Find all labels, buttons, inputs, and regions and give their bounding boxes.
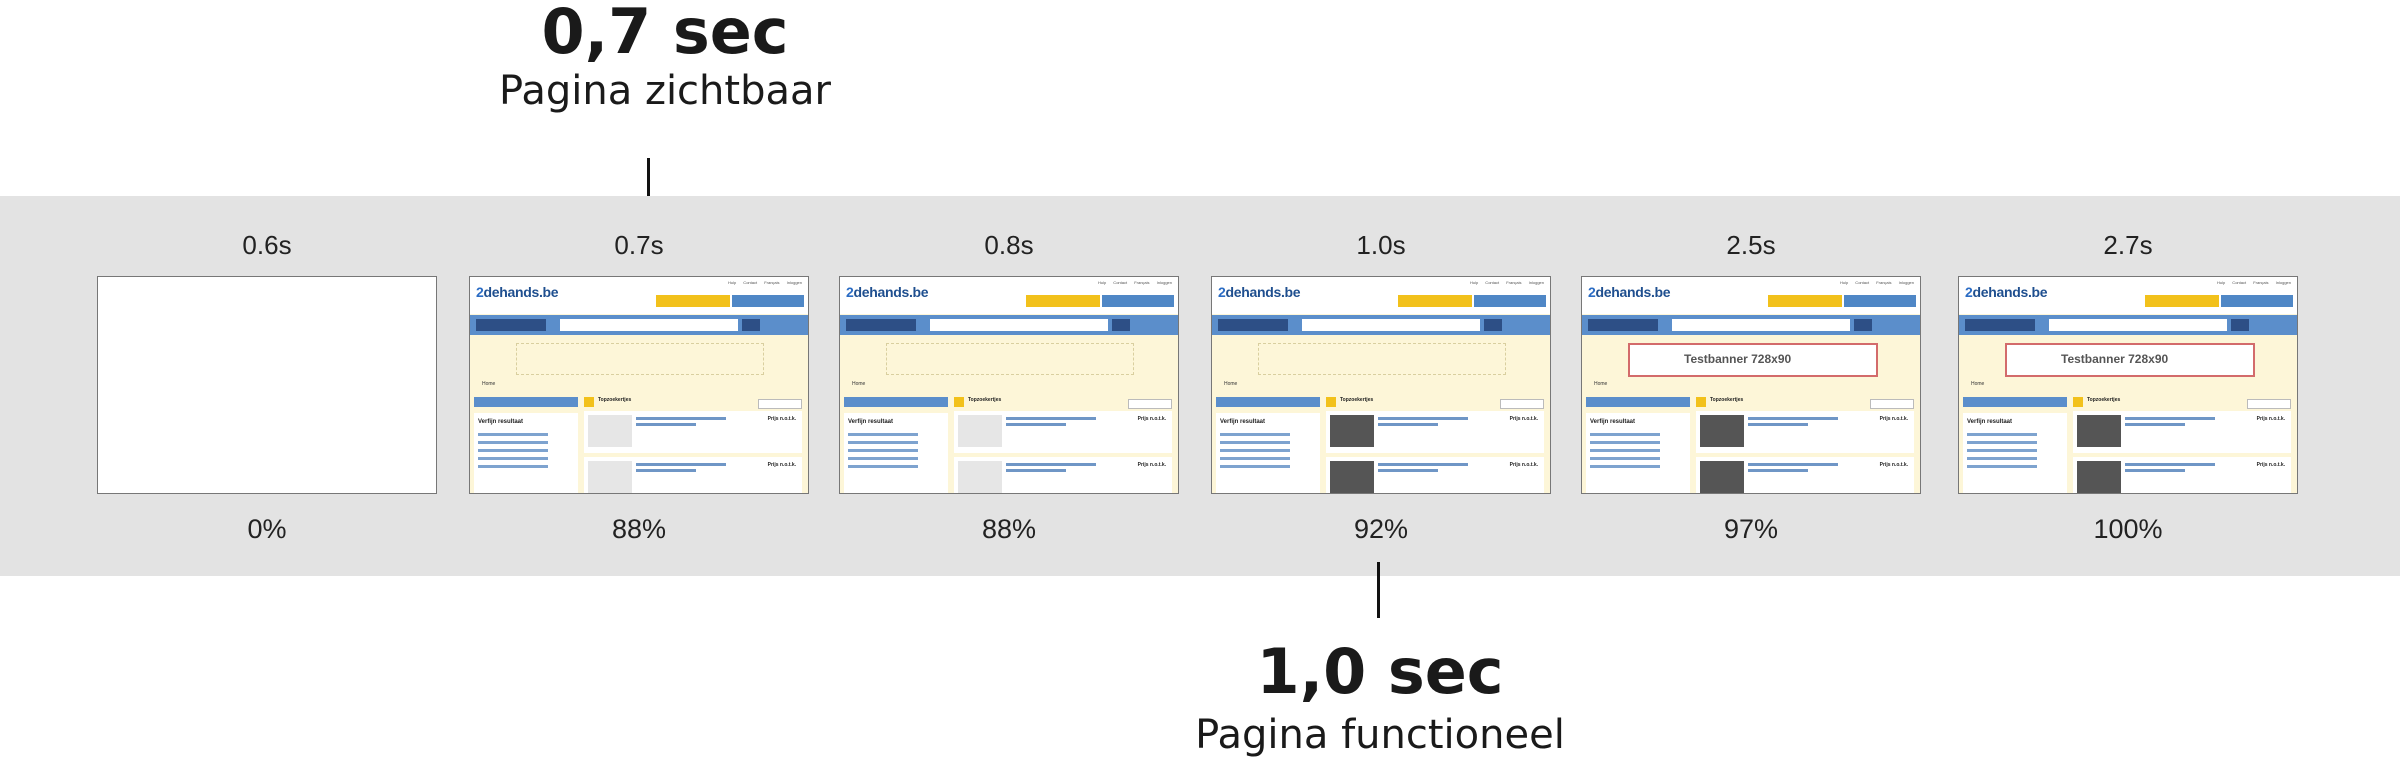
site-logo: 2dehands.be (846, 284, 929, 300)
frame-visual-progress: 0% (247, 514, 287, 544)
filmstrip-frame: 1.0s 2dehands.be Hulp Contact Français I… (1211, 196, 1551, 576)
site-logo: 2dehands.be (1218, 284, 1301, 300)
site-logo: 2dehands.be (1965, 284, 2048, 300)
frame-time: 2.5s (1726, 230, 1776, 260)
top-links: Hulp Contact Français Inloggen (1469, 280, 1544, 285)
filmstrip-frame: 0.6s 0% (97, 196, 437, 576)
filmstrip-frame: 0.7s 2dehands.be Hulp Contact Français I… (469, 196, 809, 576)
test-banner: Testbanner 728x90 (1684, 352, 1792, 366)
frame-thumbnail-blank (97, 276, 437, 494)
sidebar-heading: Verfijn resultaat (1590, 419, 1636, 425)
visible-label-annotation: Pagina zichtbaar (499, 68, 831, 114)
frame-thumbnail: 2dehands.be Hulp Contact Français Inlogg… (469, 276, 809, 494)
top-links: Hulp Contact Français Inloggen (727, 280, 802, 285)
site-logo: 2dehands.be (476, 284, 559, 300)
breadcrumb-home: Home (1971, 381, 1985, 387)
frame-time: 0.8s (984, 230, 1034, 260)
top-section-title: Topzoekertjes (968, 397, 1002, 403)
frame-time: 0.7s (614, 230, 664, 260)
site-logo: 2dehands.be (1588, 284, 1671, 300)
frame-time: 0.6s (242, 230, 292, 260)
top-section-title: Topzoekertjes (2087, 397, 2121, 403)
frame-visual-progress: 92% (1353, 514, 1409, 544)
functional-label-annotation: Pagina functioneel (1195, 712, 1565, 758)
breadcrumb-home: Home (852, 381, 866, 387)
top-section-title: Topzoekertjes (1710, 397, 1744, 403)
top-links: Hulp Contact Français Inloggen (1839, 280, 1914, 285)
test-banner: Testbanner 728x90 (2061, 352, 2169, 366)
top-section-title: Topzoekertjes (598, 397, 632, 403)
filmstrip-frame: 0.8s 2dehands.be Hulp Contact Français I… (839, 196, 1179, 576)
sidebar-heading: Verfijn resultaat (1967, 419, 2013, 425)
filmstrip-frame: 2.7s 2dehands.be Hulp Contact Français I… (1958, 196, 2298, 576)
frame-thumbnail: 2dehands.be Hulp Contact Français Inlogg… (1958, 276, 2298, 494)
filmstrip-frame: 2.5s 2dehands.be Hulp Contact Français I… (1581, 196, 1921, 576)
top-links: Hulp Contact Français Inloggen (1097, 280, 1172, 285)
top-section-title: Topzoekertjes (1340, 397, 1374, 403)
sidebar-heading: Verfijn resultaat (478, 419, 524, 425)
breadcrumb-home: Home (1594, 381, 1608, 387)
breadcrumb-home: Home (1224, 381, 1238, 387)
frame-thumbnail: 2dehands.be Hulp Contact Français Inlogg… (1211, 276, 1551, 494)
frame-thumbnail: 2dehands.be Hulp Contact Français Inlogg… (1581, 276, 1921, 494)
frame-visual-progress: 88% (981, 514, 1037, 544)
frame-visual-progress: 88% (611, 514, 667, 544)
sidebar-heading: Verfijn resultaat (848, 419, 894, 425)
frame-time: 1.0s (1356, 230, 1406, 260)
sidebar-heading: Verfijn resultaat (1220, 419, 1266, 425)
functional-time-annotation: 1,0 sec (1256, 635, 1504, 708)
frame-visual-progress: 100% (2093, 514, 2163, 544)
visible-time-annotation: 0,7 sec (541, 0, 789, 68)
frame-time: 2.7s (2103, 230, 2153, 260)
top-links: Hulp Contact Français Inloggen (2216, 280, 2291, 285)
functional-marker-line (1377, 562, 1380, 618)
frame-thumbnail: 2dehands.be Hulp Contact Français Inlogg… (839, 276, 1179, 494)
frame-visual-progress: 97% (1723, 514, 1779, 544)
breadcrumb-home: Home (482, 381, 496, 387)
